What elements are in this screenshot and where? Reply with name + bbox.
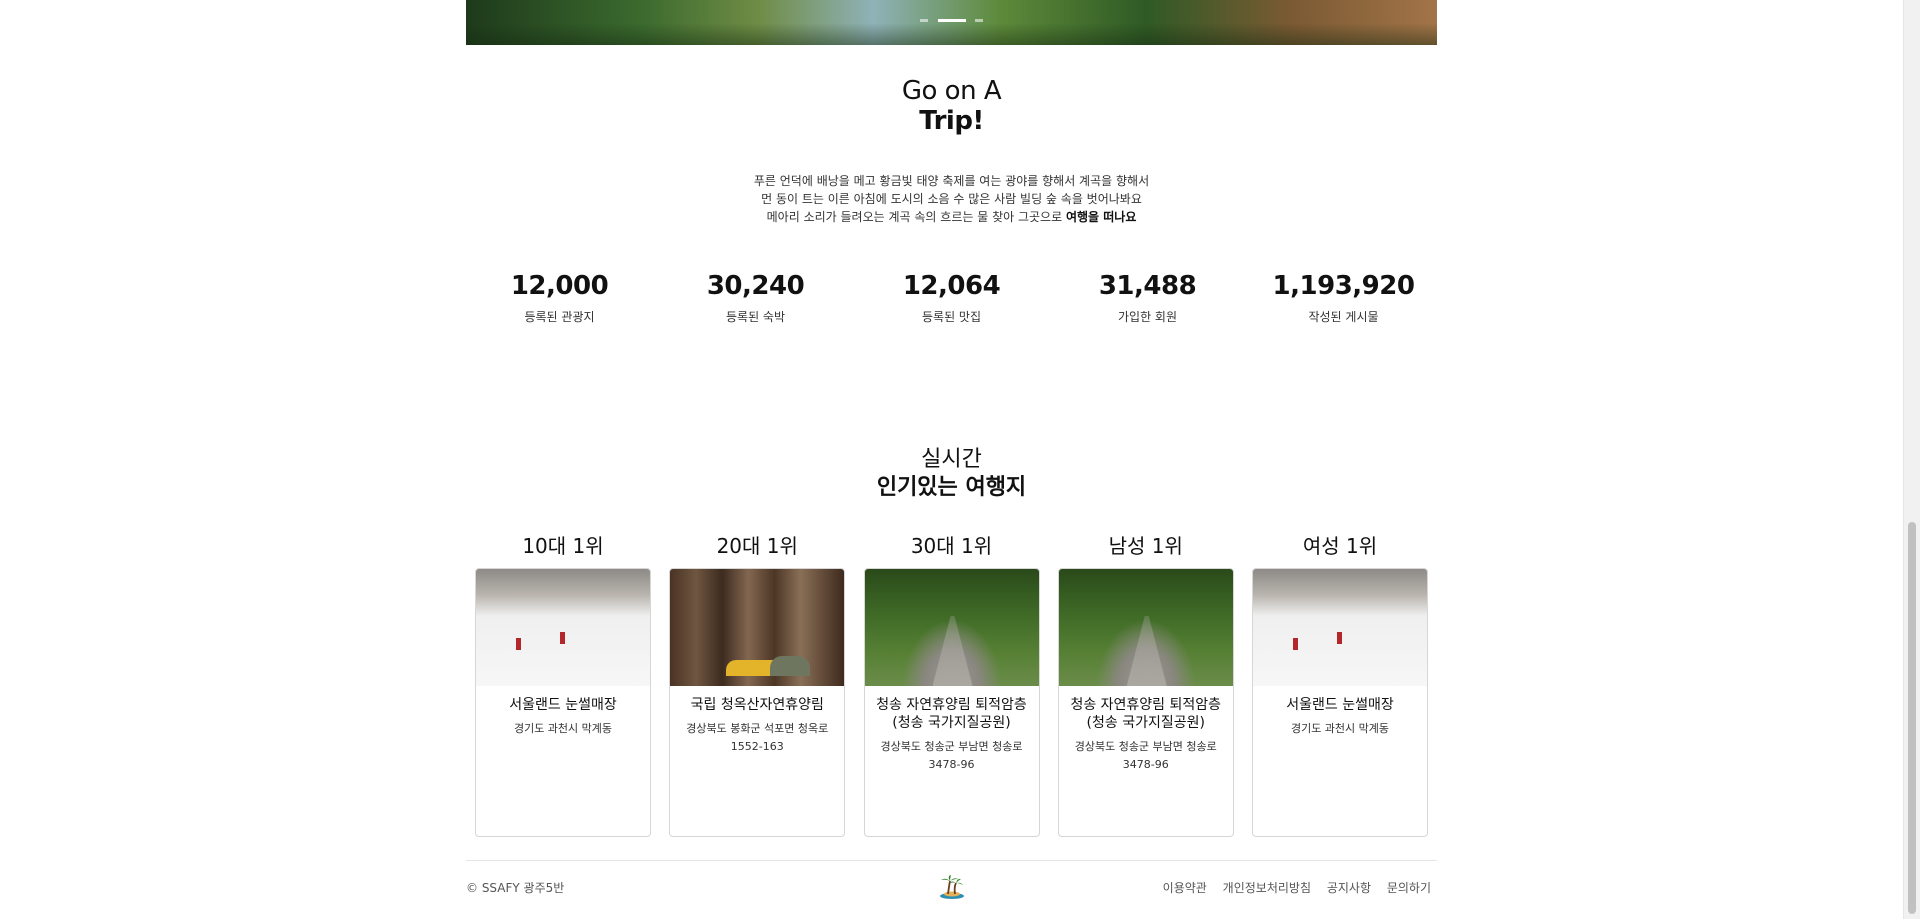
road-figure (1126, 616, 1167, 686)
attraction-image (476, 569, 650, 686)
attraction-title: 청송 자연휴양림 퇴적암층 (청송 국가지질공원) (1070, 697, 1222, 731)
attraction-title: 국립 청옥산자연휴양림 (690, 697, 824, 713)
footer-link-contact[interactable]: 문의하기 (1387, 881, 1431, 895)
card-body: 청송 자연휴양림 퇴적암층 (청송 국가지질공원) 경상북도 청송군 부남면 청… (865, 686, 1039, 774)
palm-island-svg (940, 875, 964, 899)
stats-row: 12,000 등록된 관광지 30,240 등록된 숙박 12,064 등록된 … (466, 270, 1437, 325)
rank-column-twenties: 20대 1위 국립 청옥산자연휴양림 경상북도 봉화군 석포면 청옥로 1552… (669, 532, 846, 837)
rank-heading: 남성 1위 (1108, 534, 1183, 558)
palm-island-icon[interactable] (938, 874, 966, 900)
stat-members: 31,488 가입한 회원 (1060, 270, 1235, 325)
carousel-indicators (466, 10, 1437, 29)
intro-text-line3-bold: 여행을 떠나요 (1065, 210, 1137, 224)
intro-text-line3-prefix: 메아리 소리가 들려오는 계곡 속의 흐르는 물 찾아 그곳으로 (766, 210, 1066, 224)
rank-column-teens: 10대 1위 서울랜드 눈썰매장 경기도 과천시 막계동 (475, 532, 651, 837)
attraction-title: 서울랜드 눈썰매장 (1286, 697, 1394, 713)
card-body: 국립 청옥산자연휴양림 경상북도 봉화군 석포면 청옥로 1552-163 (670, 686, 844, 756)
stat-number: 31,488 (1098, 271, 1197, 301)
attraction-address: 경상북도 청송군 부남면 청송로 3478-96 (1074, 740, 1217, 771)
skier-figure (516, 638, 521, 650)
footer-copyright: © SSAFY 광주5반 (466, 881, 565, 895)
intro-title-line1: Go on A (901, 76, 1002, 106)
footer-divider (466, 860, 1437, 861)
tent-figure (770, 656, 811, 676)
stat-label: 작성된 게시물 (1308, 310, 1379, 324)
popular-title-line1: 실시간 (921, 447, 982, 472)
card-body: 서울랜드 눈썰매장 경기도 과천시 막계동 (476, 686, 650, 738)
card-body: 서울랜드 눈썰매장 경기도 과천시 막계동 (1253, 686, 1427, 738)
footer-link-privacy[interactable]: 개인정보처리방침 (1223, 881, 1311, 895)
stat-number: 1,193,920 (1272, 271, 1415, 301)
footer-link-notice[interactable]: 공지사항 (1327, 881, 1371, 895)
skier-figure (1337, 632, 1342, 644)
vertical-scrollbar[interactable] (1903, 0, 1920, 919)
attraction-card[interactable]: 서울랜드 눈썰매장 경기도 과천시 막계동 (475, 568, 651, 837)
intro-title: Go on A Trip! (0, 76, 1903, 136)
carousel-dot-active[interactable] (937, 19, 966, 22)
attraction-address: 경기도 과천시 막계동 (513, 722, 613, 735)
popular-section-title: 실시간 인기있는 여행지 (0, 446, 1903, 502)
carousel-dot[interactable] (974, 19, 983, 22)
rank-heading: 여성 1위 (1302, 534, 1378, 558)
carousel-dot[interactable] (920, 19, 929, 22)
attraction-card[interactable]: 청송 자연휴양림 퇴적암층 (청송 국가지질공원) 경상북도 청송군 부남면 청… (863, 568, 1040, 837)
intro-title-line2: Trip! (919, 106, 984, 136)
attraction-image (864, 569, 1039, 686)
intro-text-line1: 푸른 언덕에 배낭을 메고 황금빛 태양 축제를 여는 광야를 향해서 계곡을 … (753, 174, 1150, 188)
attraction-card[interactable]: 국립 청옥산자연휴양림 경상북도 봉화군 석포면 청옥로 1552-163 (669, 568, 846, 837)
page: Go on A Trip! 푸른 언덕에 배낭을 메고 황금빛 태양 축제를 여… (0, 0, 1903, 919)
attraction-address: 경상북도 청송군 부남면 청송로 3478-96 (880, 740, 1023, 771)
stat-label: 등록된 숙박 (725, 310, 785, 324)
skier-figure (560, 632, 565, 644)
rank-heading: 30대 1위 (910, 534, 993, 558)
skier-figure (1293, 638, 1298, 650)
attraction-title: 서울랜드 눈썰매장 (509, 697, 617, 713)
stat-label: 가입한 회원 (1117, 310, 1177, 324)
stat-number: 12,064 (902, 271, 1001, 301)
stat-label: 등록된 맛집 (921, 310, 981, 324)
popular-title-line2: 인기있는 여행지 (876, 475, 1027, 500)
rank-heading: 20대 1위 (716, 534, 798, 558)
stat-restaurants: 12,064 등록된 맛집 (864, 270, 1039, 325)
rank-column-female: 여성 1위 서울랜드 눈썰매장 경기도 과천시 막계동 (1252, 532, 1428, 837)
stat-lodging: 30,240 등록된 숙박 (668, 270, 843, 325)
intro-text: 푸른 언덕에 배낭을 메고 황금빛 태양 축제를 여는 광야를 향해서 계곡을 … (0, 172, 1903, 226)
attraction-image (1058, 569, 1233, 686)
attraction-address: 경상북도 봉화군 석포면 청옥로 1552-163 (686, 722, 829, 753)
stat-label: 등록된 관광지 (524, 310, 595, 324)
rank-heading: 10대 1위 (522, 534, 604, 558)
card-body: 청송 자연휴양림 퇴적암층 (청송 국가지질공원) 경상북도 청송군 부남면 청… (1059, 686, 1233, 774)
rank-column-male: 남성 1위 청송 자연휴양림 퇴적암층 (청송 국가지질공원) 경상북도 청송군… (1057, 532, 1234, 837)
attraction-image (670, 569, 845, 686)
attraction-address: 경기도 과천시 막계동 (1290, 722, 1390, 735)
hero-banner-image (466, 0, 1437, 45)
scrollbar-thumb[interactable] (1908, 522, 1916, 914)
road-figure (932, 616, 973, 686)
intro-text-line2: 먼 동이 트는 이른 아침에 도시의 소음 수 많은 사람 빌딩 숲 속을 벗어… (761, 192, 1142, 206)
intro-text-line3: 메아리 소리가 들려오는 계곡 속의 흐르는 물 찾아 그곳으로 여행을 떠나요 (0, 208, 1903, 226)
rank-column-thirties: 30대 1위 청송 자연휴양림 퇴적암층 (청송 국가지질공원) 경상북도 청송… (863, 532, 1040, 837)
footer-link-terms[interactable]: 이용약관 (1163, 881, 1207, 895)
stat-tourist-spots: 12,000 등록된 관광지 (472, 270, 647, 325)
stat-number: 30,240 (706, 271, 805, 301)
attraction-card[interactable]: 청송 자연휴양림 퇴적암층 (청송 국가지질공원) 경상북도 청송군 부남면 청… (1057, 568, 1234, 837)
attraction-image (1253, 569, 1427, 686)
stat-posts: 1,193,920 작성된 게시물 (1256, 270, 1431, 325)
popular-cards: 10대 1위 서울랜드 눈썰매장 경기도 과천시 막계동 20대 1위 국립 청… (475, 532, 1428, 837)
footer-links: 이용약관 개인정보처리방침 공지사항 문의하기 (1151, 879, 1431, 896)
stat-number: 12,000 (510, 271, 609, 301)
attraction-title: 청송 자연휴양림 퇴적암층 (청송 국가지질공원) (876, 697, 1027, 731)
attraction-card[interactable]: 서울랜드 눈썰매장 경기도 과천시 막계동 (1252, 568, 1428, 837)
